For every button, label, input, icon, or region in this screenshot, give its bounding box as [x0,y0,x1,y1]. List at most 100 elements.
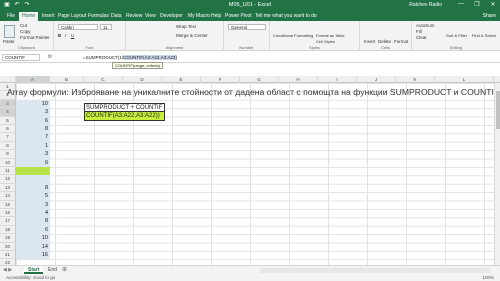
row-header[interactable]: 19 [0,234,16,243]
row-header[interactable]: 6 [0,125,16,134]
paste-icon[interactable] [4,25,15,38]
column-header-g[interactable]: G [240,76,279,83]
cell-a[interactable]: 16 [16,251,50,260]
cell-a[interactable]: 6 [16,116,50,125]
vertical-scroll-thumb[interactable] [496,91,500,129]
cell-a[interactable]: 8 [16,183,50,193]
column-header-f[interactable]: F [201,76,240,83]
underline-icon[interactable]: U [71,33,74,38]
row-header[interactable]: 7 [0,133,16,142]
font-name-select[interactable]: Calibri [58,24,98,30]
insert-cells-button[interactable]: Insert [364,39,375,44]
sheet-tab-start[interactable]: Start [24,266,44,274]
column-header-k[interactable]: K [396,76,435,83]
cut-button[interactable]: Cut [20,23,27,28]
italic-icon[interactable]: I [65,33,66,38]
cell-a[interactable]: 7 [16,133,50,142]
row-header[interactable]: 18 [0,225,16,235]
label-cell[interactable]: SUMPRODUCT + COUNTIF [84,103,165,112]
close-button[interactable]: ✕ [488,1,498,8]
row-header[interactable]: 8 [0,141,16,151]
formula-edit-cell[interactable]: COUNTIF(A3:A22,A3:A22)) [84,112,165,121]
autosum-button[interactable]: AutoSum [416,23,435,28]
cell-styles-button[interactable]: Cell Styles [316,39,335,44]
row-header[interactable]: 16 [0,209,16,218]
row-header[interactable]: 20 [0,242,16,251]
row-header[interactable]: 5 [0,116,16,125]
add-sheet-icon[interactable]: ⊕ [62,266,67,274]
row-header[interactable]: 13 [0,183,16,193]
status-accessibility[interactable]: Accessibility: Good to go [6,274,55,281]
select-all-corner[interactable] [0,76,16,83]
column-header-d[interactable]: D [123,76,162,83]
column-header-c[interactable]: C [84,76,123,83]
row-header[interactable]: 12 [0,175,16,184]
cell-a[interactable]: 5 [16,192,50,201]
cell-a[interactable]: 4 [16,209,50,218]
sheet-nav-arrows-icon[interactable]: ◀ ▶ [3,267,12,273]
row-header[interactable]: 14 [0,192,16,201]
column-header-b[interactable]: B [50,76,84,83]
bold-icon[interactable]: B [58,33,61,38]
copy-button[interactable]: Copy [20,29,31,34]
tab-home[interactable]: Home [19,12,39,21]
cell-a[interactable]: 3 [16,150,50,159]
column-header-a[interactable]: A [16,76,50,83]
cell-a[interactable]: 8 [16,217,50,226]
cell-a[interactable]: 6 [16,158,50,167]
cell-a[interactable] [16,167,50,176]
cell-a[interactable]: 8 [16,125,50,134]
horizontal-scrollbar[interactable] [260,268,490,273]
find-select-button[interactable]: Find & Select [472,33,496,38]
row-header[interactable]: 10 [0,158,16,167]
number-format-select[interactable]: General [228,24,266,30]
name-box[interactable]: COUNTIF [2,54,40,61]
column-header-l[interactable]: L [435,76,494,83]
cell-a[interactable]: 14 [16,242,50,251]
worksheet-grid[interactable]: 1 2 3 4 5 6 7 8 9 10 11 12 13 14 15 16 17 18 19 20 21 22 10 3 6… [0,83,500,268]
row-header[interactable]: 17 [0,217,16,226]
fx-icon[interactable]: fx [48,54,52,60]
column-header-h[interactable]: H [279,76,318,83]
cell-a[interactable]: 10 [16,234,50,243]
cell-a[interactable]: 1 [16,141,50,151]
row-header[interactable]: 4 [0,108,16,117]
cell-a[interactable]: 3 [16,200,50,209]
tab-developer[interactable]: Developer [157,12,186,21]
row-header[interactable]: 15 [0,200,16,209]
row-header[interactable]: 21 [0,251,16,260]
formula-input[interactable]: =SUMPRODUCT(1/COUNTIF(A3:A22,A3:A22) [83,54,177,61]
merge-center-button[interactable]: Merge & Center [176,33,208,38]
font-size-select[interactable]: 11 [100,24,112,30]
cell-a[interactable]: 3 [16,108,50,117]
cell-a[interactable]: 10 [16,99,50,109]
conditional-formatting-button[interactable]: Conditional Formatting [273,33,313,38]
fill-button[interactable]: Fill [416,29,422,34]
delete-cells-button[interactable]: Delete [378,39,391,44]
row-header[interactable]: 9 [0,150,16,159]
paste-button[interactable]: Paste [3,39,15,44]
user-name[interactable]: Ratchev Radio [409,2,442,8]
cell-a[interactable]: 6 [16,225,50,235]
format-painter-button[interactable]: Format Painter [20,35,50,40]
column-header-i[interactable]: I [318,76,357,83]
format-as-table-button[interactable]: Format as Table [316,33,345,38]
cell-a[interactable] [16,175,50,184]
clear-button[interactable]: Clear [416,35,427,40]
column-header-j[interactable]: J [357,76,396,83]
sort-filter-button[interactable]: Sort & Filter [446,33,467,38]
tab-file[interactable]: File [4,12,18,21]
format-cells-button[interactable]: Format [394,39,408,44]
row-header[interactable]: 3 [0,99,16,109]
share-button[interactable]: Share [483,12,496,21]
tab-page-layout[interactable]: Page Layout [55,12,89,21]
row-header[interactable]: 11 [0,167,16,176]
tab-power-pivot[interactable]: Power Pivot [222,12,255,21]
zoom-level[interactable]: 100% [482,274,494,281]
wrap-text-button[interactable]: Wrap Text [176,24,196,29]
minimize-button[interactable]: — [456,1,466,8]
column-header-e[interactable]: E [162,76,201,83]
tell-me-search[interactable]: Tell me what you want to do [252,12,320,21]
vertical-scrollbar[interactable] [494,83,500,265]
restore-button[interactable]: ❐ [472,1,482,8]
